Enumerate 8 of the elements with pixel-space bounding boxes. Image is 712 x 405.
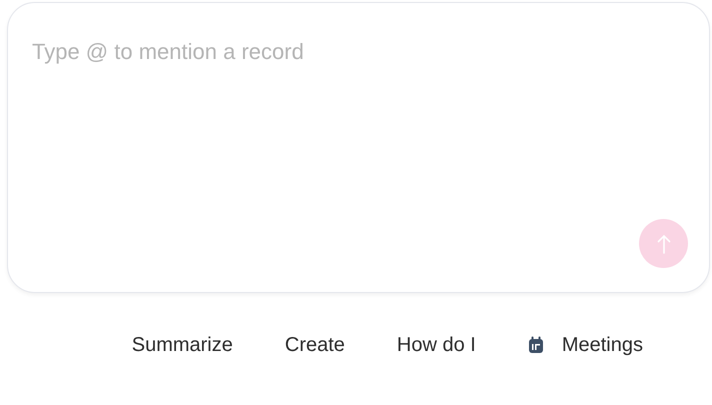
message-box[interactable]: Type @ to mention a record — [7, 2, 710, 293]
arrow-up-icon — [656, 234, 670, 254]
calendar-icon — [528, 336, 544, 354]
message-field[interactable]: Type @ to mention a record — [32, 35, 685, 219]
suggestion-chip[interactable]: How do I — [380, 324, 493, 366]
suggestion-chip[interactable]: Meetings — [510, 324, 660, 366]
suggestion-chip[interactable]: Summarize — [114, 324, 250, 366]
suggestion-chip[interactable]: Create — [268, 324, 362, 366]
